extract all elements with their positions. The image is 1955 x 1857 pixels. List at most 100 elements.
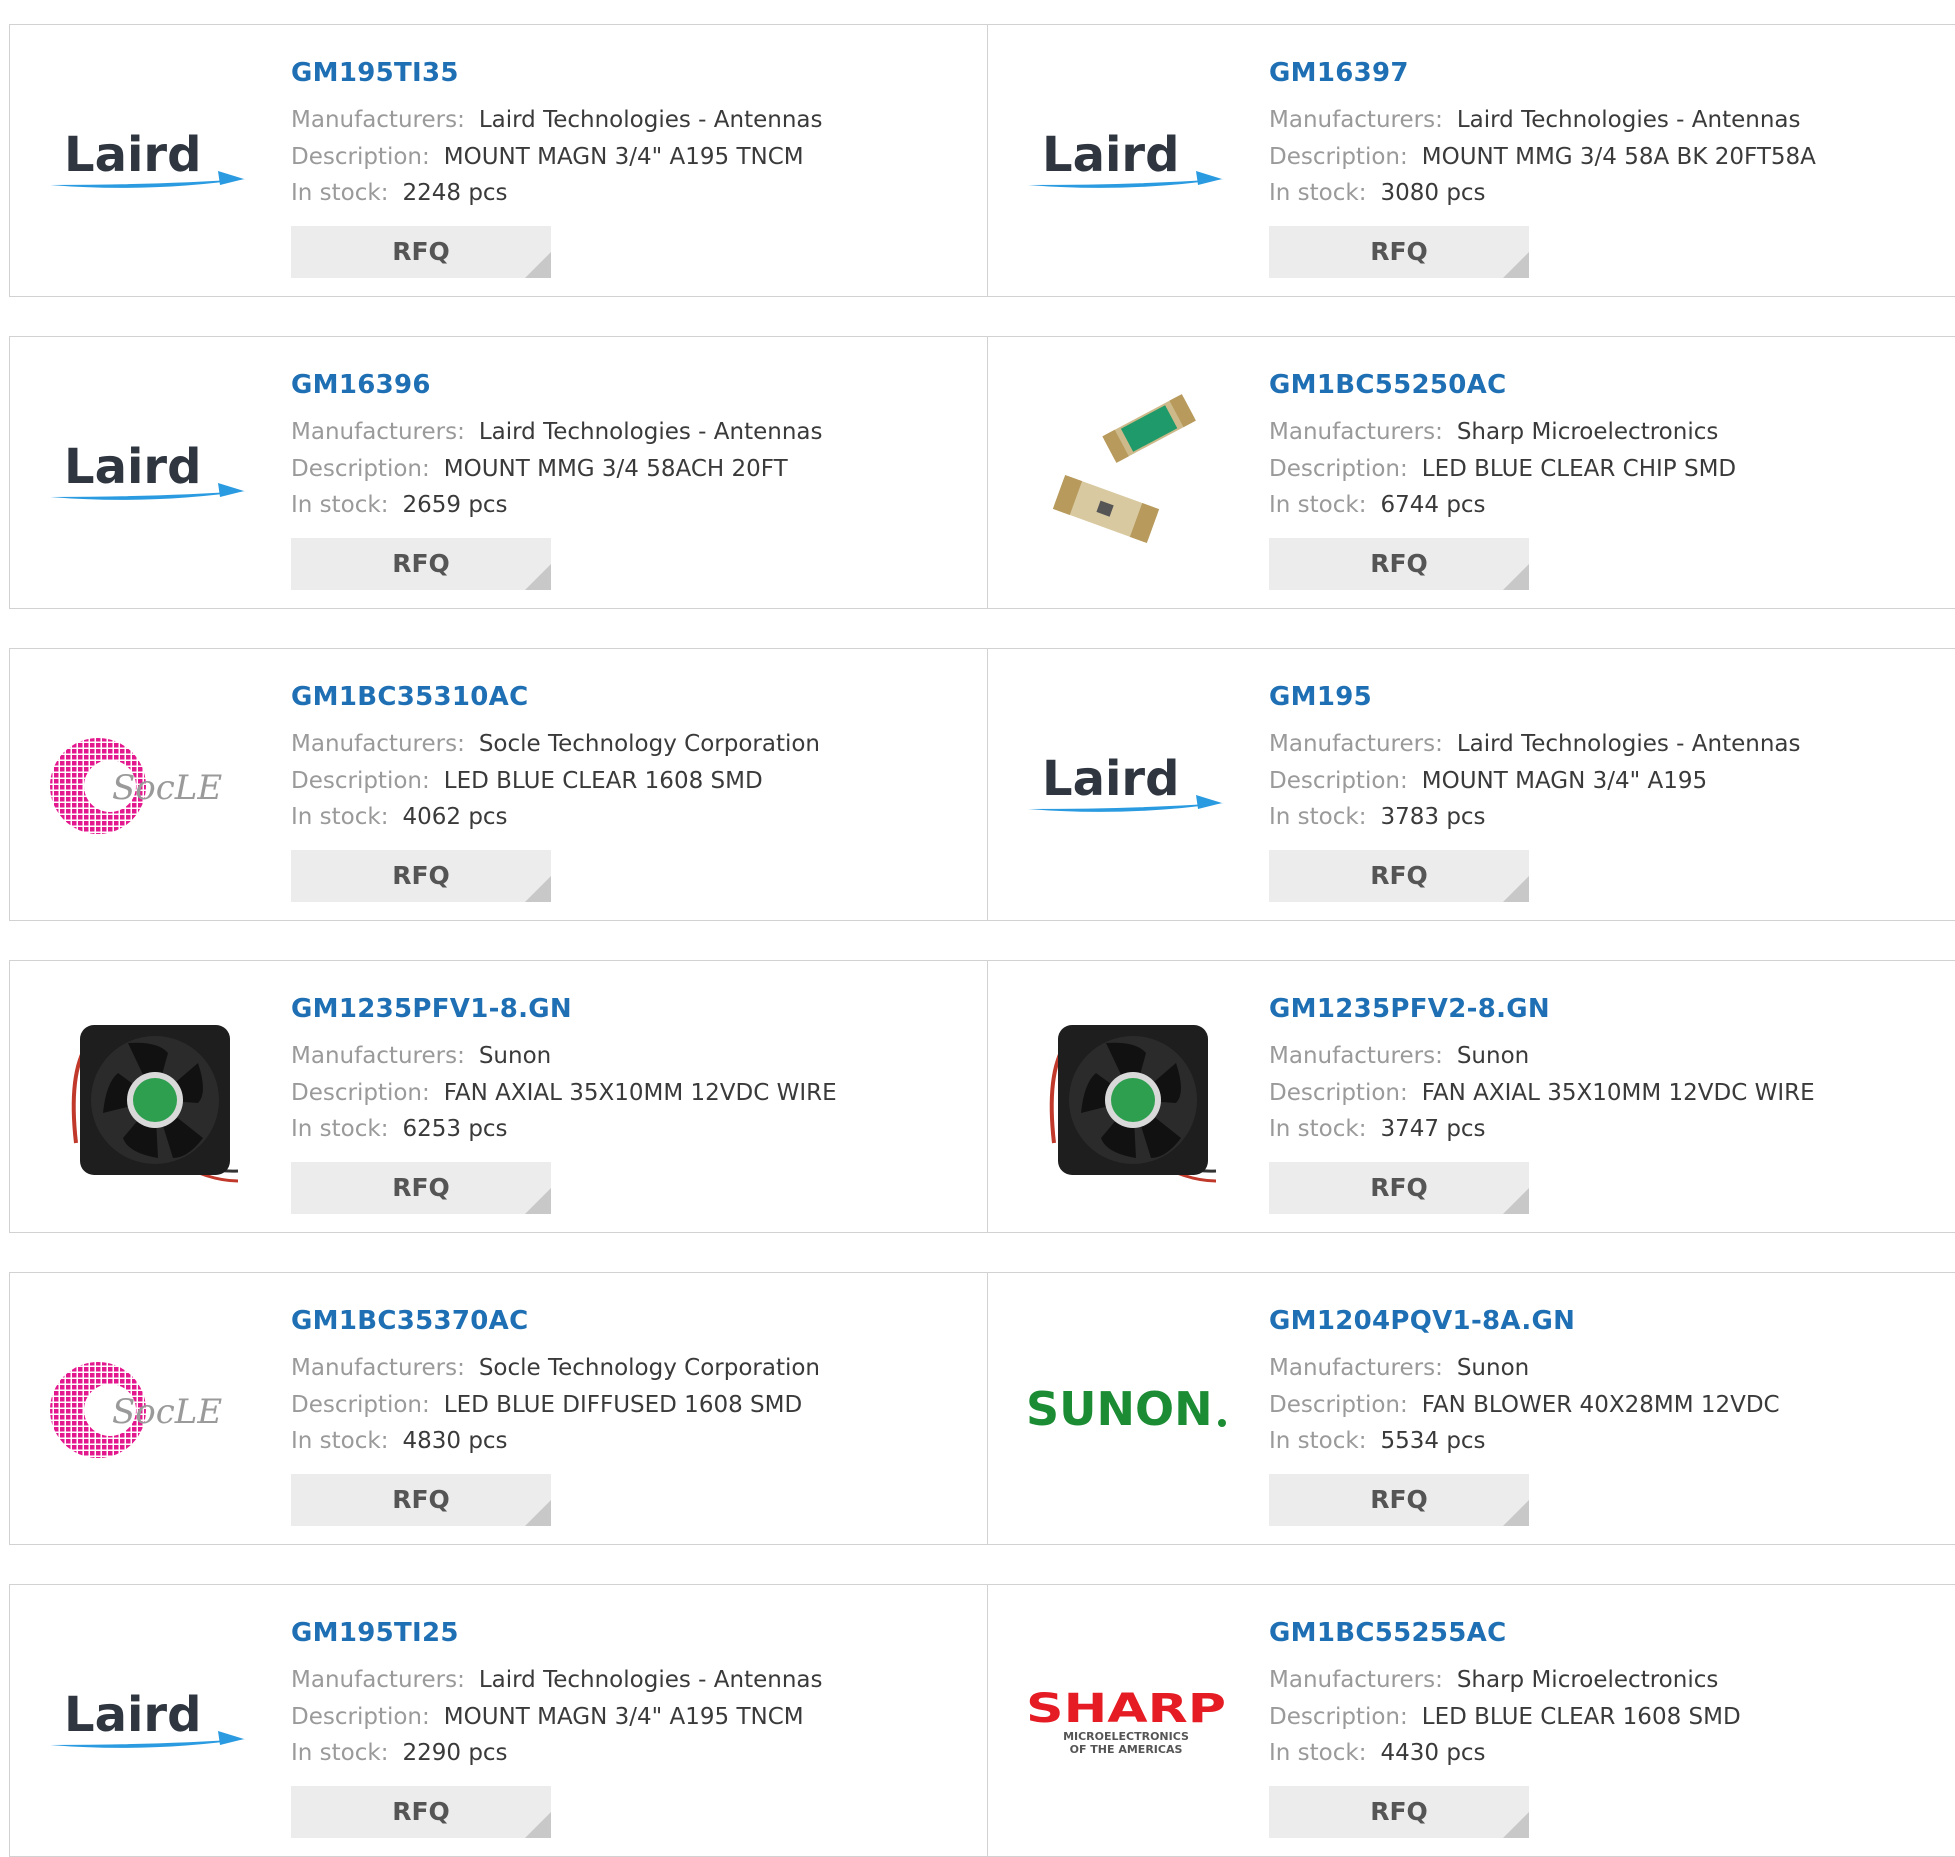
rfq-button[interactable]: RFQ xyxy=(291,226,551,278)
description-label: Description: xyxy=(1269,456,1408,482)
in-stock-label: In stock: xyxy=(291,180,389,206)
corner-fold-icon xyxy=(1503,1188,1529,1214)
stock-value: 2659 pcs xyxy=(402,492,508,518)
stock-value: 4430 pcs xyxy=(1380,1740,1486,1766)
corner-fold-icon xyxy=(1503,564,1529,590)
part-number-link[interactable]: GM1235PFV2-8.GN xyxy=(1269,994,1550,1024)
product-row: Laird GM195TI35 Manufacturers: Laird Tech… xyxy=(9,24,1955,297)
description-line: Description: LED BLUE CLEAR 1608 SMD xyxy=(291,768,763,794)
product-row: Laird GM195TI25 Manufacturers: Laird Tech… xyxy=(9,1584,1955,1857)
stock-value: 6744 pcs xyxy=(1380,492,1486,518)
corner-fold-icon xyxy=(1503,1500,1529,1526)
part-number-link[interactable]: GM1204PQV1-8A.GN xyxy=(1269,1306,1575,1336)
svg-text:Laird: Laird xyxy=(1042,751,1179,807)
stock-line: In stock: 6253 pcs xyxy=(291,1116,508,1142)
manufacturers-label: Manufacturers: xyxy=(1269,107,1443,133)
laird-logo: Laird xyxy=(48,379,248,569)
svg-text:SUNON: SUNON xyxy=(1026,1382,1213,1436)
stock-line: In stock: 6744 pcs xyxy=(1269,492,1486,518)
rfq-button[interactable]: RFQ xyxy=(1269,1786,1529,1838)
manufacturer-value: Sunon xyxy=(1456,1043,1530,1069)
manufacturer-value: Sharp Microelectronics xyxy=(1456,419,1719,445)
stock-line: In stock: 5534 pcs xyxy=(1269,1428,1486,1454)
rfq-button[interactable]: RFQ xyxy=(291,538,551,590)
corner-fold-icon xyxy=(1503,876,1529,902)
description-line: Description: FAN BLOWER 40X28MM 12VDC xyxy=(1269,1392,1780,1418)
part-number-link[interactable]: GM195 xyxy=(1269,682,1372,712)
rfq-button[interactable]: RFQ xyxy=(1269,538,1529,590)
rfq-button-label: RFQ xyxy=(1370,549,1428,578)
description-label: Description: xyxy=(1269,768,1408,794)
manufacturer-value: Socle Technology Corporation xyxy=(478,1355,821,1381)
part-number-link[interactable]: GM1BC35370AC xyxy=(291,1306,528,1336)
description-label: Description: xyxy=(1269,1080,1408,1106)
manufacturer-line: Manufacturers: Sharp Microelectronics xyxy=(1269,419,1718,445)
corner-fold-icon xyxy=(1503,252,1529,278)
description-label: Description: xyxy=(291,1704,430,1730)
product-card: Laird GM195 Manufacturers: Laird Technolo… xyxy=(988,649,1955,920)
rfq-button-label: RFQ xyxy=(392,237,450,266)
product-row: Laird GM16396 Manufacturers: Laird Techno… xyxy=(9,336,1955,609)
description-line: Description: LED BLUE CLEAR 1608 SMD xyxy=(1269,1704,1741,1730)
in-stock-label: In stock: xyxy=(1269,1428,1367,1454)
laird-logo: Laird xyxy=(48,1627,248,1817)
part-number-link[interactable]: GM195TI25 xyxy=(291,1618,459,1648)
manufacturer-value: Sunon xyxy=(478,1043,552,1069)
part-number-link[interactable]: GM1BC55250AC xyxy=(1269,370,1506,400)
manufacturer-line: Manufacturers: Sunon xyxy=(291,1043,551,1069)
in-stock-label: In stock: xyxy=(1269,1740,1367,1766)
stock-line: In stock: 3783 pcs xyxy=(1269,804,1486,830)
rfq-button[interactable]: RFQ xyxy=(291,1786,551,1838)
stock-line: In stock: 2659 pcs xyxy=(291,492,508,518)
part-number-link[interactable]: GM1BC55255AC xyxy=(1269,1618,1506,1648)
corner-fold-icon xyxy=(525,876,551,902)
rfq-button[interactable]: RFQ xyxy=(1269,1474,1529,1526)
rfq-button-label: RFQ xyxy=(1370,1485,1428,1514)
rfq-button[interactable]: RFQ xyxy=(291,1474,551,1526)
corner-fold-icon xyxy=(525,564,551,590)
stock-value: 6253 pcs xyxy=(402,1116,508,1142)
description-line: Description: MOUNT MAGN 3/4" A195 xyxy=(1269,768,1707,794)
description-value: MOUNT MAGN 3/4" A195 xyxy=(1421,768,1708,794)
rfq-button[interactable]: RFQ xyxy=(291,1162,551,1214)
description-line: Description: MOUNT MMG 3/4 58ACH 20FT xyxy=(291,456,788,482)
manufacturer-line: Manufacturers: Socle Technology Corporati… xyxy=(291,731,820,757)
description-value: LED BLUE DIFFUSED 1608 SMD xyxy=(443,1392,803,1418)
stock-value: 5534 pcs xyxy=(1380,1428,1486,1454)
description-value: LED BLUE CLEAR 1608 SMD xyxy=(1421,1704,1741,1730)
in-stock-label: In stock: xyxy=(291,1740,389,1766)
product-card: GM1BC55250AC Manufacturers: Sharp Microel… xyxy=(988,337,1955,608)
manufacturers-label: Manufacturers: xyxy=(291,419,465,445)
description-value: FAN AXIAL 35X10MM 12VDC WIRE xyxy=(1421,1080,1815,1106)
manufacturer-value: Laird Technologies - Antennas xyxy=(478,107,823,133)
rfq-button[interactable]: RFQ xyxy=(1269,1162,1529,1214)
part-number-link[interactable]: GM16397 xyxy=(1269,58,1409,88)
part-number-link[interactable]: GM195TI35 xyxy=(291,58,459,88)
rfq-button-label: RFQ xyxy=(1370,1173,1428,1202)
description-label: Description: xyxy=(1269,144,1408,170)
part-number-link[interactable]: GM16396 xyxy=(291,370,431,400)
rfq-button[interactable]: RFQ xyxy=(291,850,551,902)
manufacturer-line: Manufacturers: Laird Technologies - Anten… xyxy=(291,1667,822,1693)
manufacturer-line: Manufacturers: Laird Technologies - Anten… xyxy=(291,107,822,133)
product-card: SocLE GM1BC35310AC Manufacturers: Socle T… xyxy=(10,649,987,920)
corner-fold-icon xyxy=(1503,1812,1529,1838)
manufacturers-label: Manufacturers: xyxy=(291,1355,465,1381)
rfq-button[interactable]: RFQ xyxy=(1269,850,1529,902)
rfq-button[interactable]: RFQ xyxy=(1269,226,1529,278)
stock-line: In stock: 2290 pcs xyxy=(291,1740,508,1766)
rfq-button-label: RFQ xyxy=(392,1173,450,1202)
manufacturer-value: Laird Technologies - Antennas xyxy=(1456,731,1801,757)
description-line: Description: MOUNT MAGN 3/4" A195 TNCM xyxy=(291,1704,804,1730)
manufacturer-line: Manufacturers: Socle Technology Corporati… xyxy=(291,1355,820,1381)
part-number-link[interactable]: GM1BC35310AC xyxy=(291,682,528,712)
stock-line: In stock: 3747 pcs xyxy=(1269,1116,1486,1142)
stock-value: 3783 pcs xyxy=(1380,804,1486,830)
product-card: SUNON GM1204PQV1-8A.GN Manufacturers: Sun… xyxy=(988,1273,1955,1544)
manufacturer-value: Socle Technology Corporation xyxy=(478,731,821,757)
manufacturers-label: Manufacturers: xyxy=(1269,1043,1443,1069)
part-number-link[interactable]: GM1235PFV1-8.GN xyxy=(291,994,572,1024)
laird-logo: Laird xyxy=(1026,691,1226,881)
description-value: MOUNT MMG 3/4 58A BK 20FT58A xyxy=(1421,144,1816,170)
description-label: Description: xyxy=(1269,1704,1408,1730)
